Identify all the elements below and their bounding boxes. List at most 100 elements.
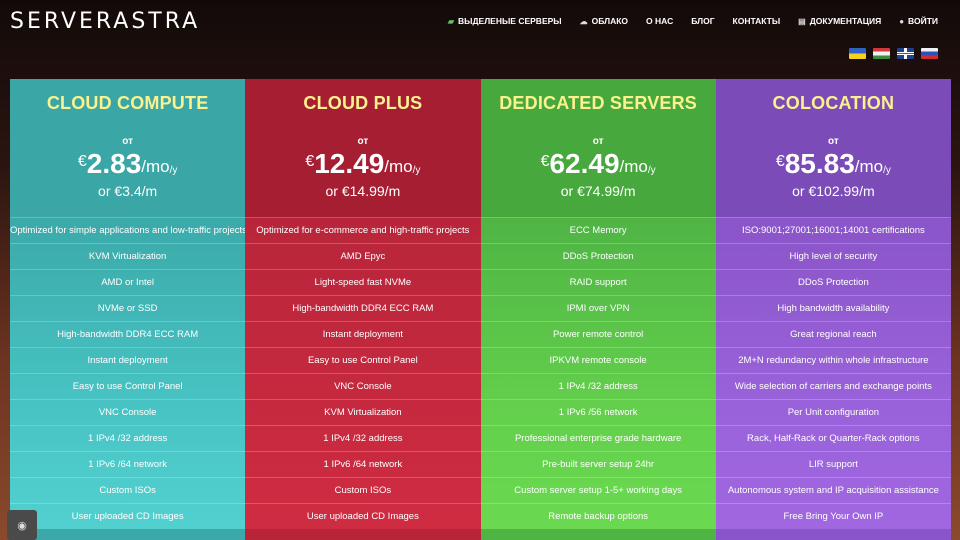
feature-item: Custom ISOs: [245, 477, 481, 503]
feature-item: KVM Virtualization: [245, 399, 481, 425]
feature-item: IPKVM remote console: [480, 347, 716, 373]
currency-symbol: €: [77, 153, 87, 170]
price-value: 2.83: [86, 148, 142, 179]
feature-list: ISO:9001;27001;16001;14001 certification…: [715, 217, 951, 529]
feature-item: DDoS Protection: [715, 269, 951, 295]
feature-item: AMD or Intel: [10, 269, 246, 295]
plan-cloud-plus[interactable]: CLOUD PLUS от € 12.49 /mo /y or €14.99/m…: [245, 79, 481, 540]
price-period: /y: [169, 165, 178, 176]
feature-item: Remote backup options: [480, 503, 716, 529]
currency-symbol: €: [775, 153, 785, 170]
plan-price: € 2.83 /mo /y: [10, 149, 245, 179]
feature-item: RAID support: [480, 269, 716, 295]
feature-item: Pre-built server setup 24hr: [480, 451, 716, 477]
feature-item: AMD Epyc: [245, 243, 481, 269]
language-switcher: [849, 48, 938, 59]
nav-dedicated-servers[interactable]: ▰ ВЫДЕЛЕНЫЕ СЕРВЕРЫ: [448, 16, 562, 26]
nav-label: О НАС: [646, 16, 674, 26]
plan-colocation[interactable]: COLOCATION от € 85.83 /mo /y or €102.99/…: [715, 79, 951, 540]
feature-item: VNC Console: [10, 399, 246, 425]
plan-price: € 62.49 /mo /y: [481, 149, 716, 179]
plan-price: € 85.83 /mo /y: [716, 149, 951, 179]
feature-list: ECC Memory DDoS Protection RAID support …: [480, 217, 716, 529]
plan-dedicated-servers[interactable]: DEDICATED SERVERS от € 62.49 /mo /y or €…: [480, 79, 716, 540]
plan-title: COLOCATION: [772, 93, 895, 113]
feature-item: IPMI over VPN: [480, 295, 716, 321]
plan-header: DEDICATED SERVERS от € 62.49 /mo /y or €…: [480, 79, 716, 217]
nav-login[interactable]: ● ВОЙТИ: [899, 16, 938, 26]
price-period: /y: [883, 165, 891, 176]
accessibility-toggle-button[interactable]: ◉: [7, 510, 37, 540]
feature-item: NVMe or SSD: [10, 295, 246, 321]
russian-flag-icon[interactable]: [921, 48, 938, 59]
feature-item: Optimized for e-commerce and high-traffi…: [245, 217, 481, 243]
nav-cloud[interactable]: ☁ ОБЛАКО: [580, 16, 628, 26]
feature-item: 1 IPv6 /64 network: [10, 451, 246, 477]
site-header: SERVERASTRA ▰ ВЫДЕЛЕНЫЕ СЕРВЕРЫ ☁ ОБЛАКО…: [0, 0, 960, 80]
monthly-price: or €102.99/m: [792, 183, 875, 199]
price-value: 12.49: [314, 148, 385, 179]
feature-item: 1 IPv6 /56 network: [480, 399, 716, 425]
plan-cloud-compute[interactable]: CLOUD COMPUTE от € 2.83 /mo /y or €3.4/m…: [10, 79, 246, 540]
feature-item: High level of security: [715, 243, 951, 269]
feature-item: Easy to use Control Panel: [245, 347, 481, 373]
feature-item: Professional enterprise grade hardware: [480, 425, 716, 451]
nav-label: КОНТАКТЫ: [732, 16, 781, 26]
nav-label: БЛОГ: [691, 16, 715, 26]
price-unit: /mo: [141, 157, 170, 176]
monthly-price: or €3.4/m: [98, 183, 158, 199]
nav-documentation[interactable]: ▤ ДОКУМЕНТАЦИЯ: [798, 16, 881, 26]
price-prefix: от: [827, 136, 839, 147]
feature-item: KVM Virtualization: [10, 243, 246, 269]
plan-title: DEDICATED SERVERS: [499, 93, 698, 113]
monthly-price: or €74.99/m: [560, 183, 636, 199]
price-unit: /mo: [619, 157, 648, 176]
feature-item: Wide selection of carriers and exchange …: [715, 373, 951, 399]
pricing-table: CLOUD COMPUTE от € 2.83 /mo /y or €3.4/m…: [10, 79, 951, 540]
feature-item: Instant deployment: [10, 347, 246, 373]
feature-item: VNC Console: [245, 373, 481, 399]
feature-item: Great regional reach: [715, 321, 951, 347]
hungarian-flag-icon[interactable]: [873, 48, 890, 59]
uk-flag-icon[interactable]: [897, 48, 914, 59]
feature-item: LIR support: [715, 451, 951, 477]
feature-item: 1 IPv4 /32 address: [10, 425, 246, 451]
ukrainian-flag-icon[interactable]: [849, 48, 866, 59]
feature-item: Easy to use Control Panel: [10, 373, 246, 399]
cloud-icon: ☁: [579, 16, 588, 26]
nav-blog[interactable]: БЛОГ: [691, 16, 714, 26]
server-icon: ▰: [447, 16, 455, 26]
nav-label: ВОЙТИ: [908, 16, 938, 26]
serverastra-logo[interactable]: SERVERASTRA: [10, 9, 200, 34]
feature-item: Instant deployment: [245, 321, 481, 347]
feature-list: Optimized for e-commerce and high-traffi…: [245, 217, 481, 529]
plan-header: COLOCATION от € 85.83 /mo /y or €102.99/…: [715, 79, 951, 217]
feature-item: 2M+N redundancy within whole infrastruct…: [715, 347, 951, 373]
user-icon: ●: [899, 16, 905, 26]
nav-contacts[interactable]: КОНТАКТЫ: [733, 16, 781, 26]
feature-item: High-bandwidth DDR4 ECC RAM: [245, 295, 481, 321]
feature-item: User uploaded CD Images: [10, 503, 246, 529]
feature-item: 1 IPv4 /32 address: [245, 425, 481, 451]
price-period: /y: [412, 165, 421, 176]
plan-header: CLOUD PLUS от € 12.49 /mo /y or €14.99/m: [245, 79, 481, 217]
price-prefix: от: [357, 136, 369, 147]
feature-item: Light-speed fast NVMe: [245, 269, 481, 295]
feature-list: Optimized for simple applications and lo…: [10, 217, 246, 529]
feature-item: Rack, Half-Rack or Quarter-Rack options: [715, 425, 951, 451]
currency-symbol: €: [540, 153, 550, 170]
plan-price: € 12.49 /mo /y: [245, 149, 480, 179]
price-unit: /mo: [854, 157, 884, 176]
price-value: 62.49: [549, 148, 620, 179]
plan-title: CLOUD PLUS: [303, 93, 423, 113]
nav-label: ВЫДЕЛЕНЫЕ СЕРВЕРЫ: [458, 16, 562, 26]
feature-item: High bandwidth availability: [715, 295, 951, 321]
plan-title: CLOUD COMPUTE: [46, 93, 209, 113]
plan-header: CLOUD COMPUTE от € 2.83 /mo /y or €3.4/m: [10, 79, 246, 217]
feature-item: Autonomous system and IP acquisition ass…: [715, 477, 951, 503]
feature-item: ECC Memory: [480, 217, 716, 243]
book-icon: ▤: [798, 16, 806, 26]
price-unit: /mo: [384, 157, 413, 176]
eye-icon: ◉: [17, 519, 27, 532]
nav-about[interactable]: О НАС: [646, 16, 673, 26]
